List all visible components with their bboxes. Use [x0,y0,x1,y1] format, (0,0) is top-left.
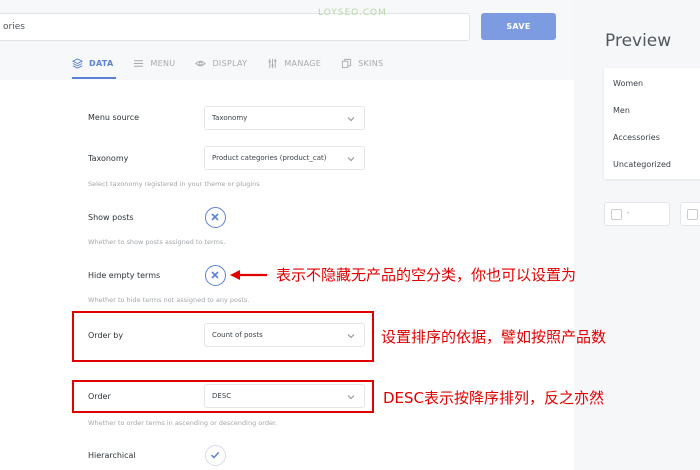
preview-menu-item[interactable]: Men [613,106,630,115]
menu-source-label: Menu source [88,113,140,122]
sliders-icon [269,58,277,68]
annotation-order-by: 设置排序的依据，譬如按照产品数 [381,328,607,346]
hierarchical-label: Hierarchical [88,451,136,460]
active-tab-indicator [72,77,116,79]
annotation-hide-empty: 表示不隐藏无产品的空分类，你也可以设置为 [276,266,577,284]
tab-label: MENU [150,58,176,68]
taxonomy-select[interactable]: Product categories (product_cat) [204,146,365,170]
preview-menu-item[interactable]: Accessories [613,133,660,142]
menu-name-input[interactable]: ories [0,13,470,41]
preview-menu-item[interactable]: Women [613,79,643,88]
annotation-box-order [72,380,374,413]
tab-skins[interactable]: SKINS [341,56,383,70]
preview-title: Preview [605,31,672,51]
show-posts-label: Show posts [88,213,134,222]
taxonomy-help: Select taxonomy registered in your theme… [88,180,260,188]
save-button[interactable]: SAVE [481,13,556,40]
annotation-order: DESC表示按降序排列，反之亦然 [383,389,605,407]
tab-label: MANAGE [284,58,322,68]
order-help: Whether to order terms in ascending or d… [88,419,278,427]
watermark: LOYSEO.COM [318,8,387,18]
select-value: Taxonomy [212,114,248,122]
eye-icon [195,60,207,66]
hide-empty-toggle[interactable] [205,265,226,286]
chevron-down-icon [347,157,355,162]
taxonomy-label: Taxonomy [88,154,129,163]
x-icon [211,271,219,279]
chevron-down-icon [347,117,355,122]
copy-icon [342,58,352,68]
preview-control[interactable] [680,202,700,226]
menu-source-select[interactable]: Taxonomy [204,106,365,130]
show-posts-toggle[interactable] [205,207,226,228]
tab-display[interactable]: DISPLAY [195,56,247,70]
tab-menu[interactable]: MENU [133,56,175,70]
select-value: Product categories (product_cat) [212,154,327,162]
x-icon [211,213,219,221]
show-posts-help: Whether to show posts assigned to terms. [88,238,226,246]
preview-control[interactable]: - [604,202,670,226]
preview-control-text: - [627,209,630,217]
preview-menu-item[interactable]: Uncategorized [613,160,671,169]
tab-manage[interactable]: MANAGE [267,56,321,70]
menu-lines-icon [134,59,144,67]
hide-empty-label: Hide empty terms [88,271,161,280]
preview-menu: Women Men Accessories Uncategorized [604,68,700,179]
checkbox-icon [687,209,698,220]
hierarchical-toggle[interactable] [205,445,226,466]
tab-label: DATA [89,58,114,68]
layers-icon [72,57,83,69]
tab-label: SKINS [358,58,384,68]
check-icon [210,451,220,459]
tab-label: DISPLAY [212,58,248,68]
top-bar: ories LOYSEO.COM SAVE DATA MENU DISPLAY … [0,0,574,80]
annotation-arrow-icon [230,270,267,280]
tab-bar: DATA MENU DISPLAY MANAGE SKINS [72,56,403,70]
tab-data[interactable]: DATA [72,56,113,70]
hide-empty-help: Whether to hide terms not assigned to an… [88,296,250,304]
checkbox-icon [611,209,622,220]
annotation-box-order-by [72,311,374,362]
